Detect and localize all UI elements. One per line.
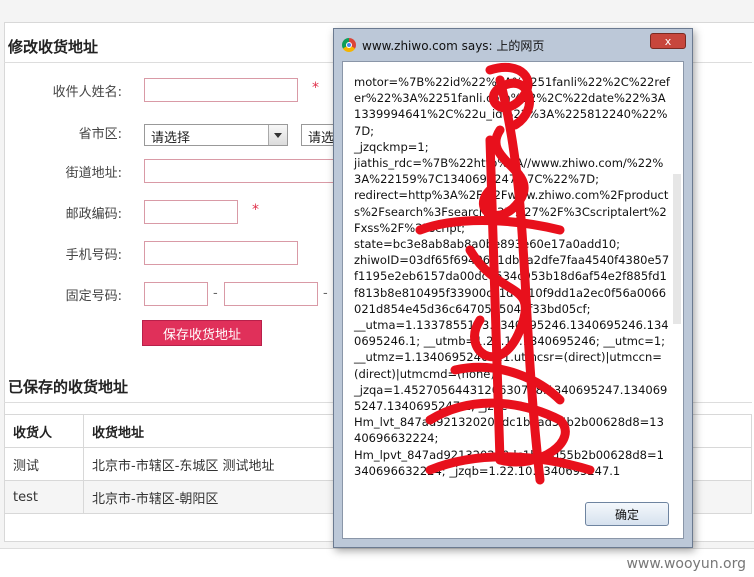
alert-message: motor=%7B%22id%22%3A%2251fanli%22%2C%22r… (354, 75, 670, 478)
region-label: 省市区: (78, 127, 122, 142)
table-cell: 测试 (4, 447, 84, 481)
mobile-input[interactable] (144, 241, 298, 265)
phone-label: 固定号码: (65, 289, 122, 304)
column-header: 收货人 (4, 414, 84, 448)
street-label: 街道地址: (65, 166, 122, 181)
required-mark: * (312, 80, 319, 96)
required-mark: * (252, 202, 259, 218)
province-select[interactable]: 请选择 (144, 124, 288, 146)
dialog-body: motor=%7B%22id%22%3A%2251fanli%22%2C%22r… (342, 61, 684, 539)
table-cell: test (4, 480, 84, 514)
alert-dialog: www.zhiwo.com says: 上的网页 x motor=%7B%22i… (333, 28, 693, 548)
save-address-button[interactable]: 保存收货地址 (142, 320, 262, 346)
phone-dash: - (323, 286, 328, 301)
scrollbar[interactable] (673, 174, 681, 324)
postcode-input[interactable] (144, 200, 238, 224)
watermark: www.wooyun.org (626, 556, 746, 572)
postcode-label: 邮政编码: (65, 207, 122, 222)
chevron-down-icon (268, 125, 287, 145)
phone-dash: - (213, 286, 218, 301)
phone-number-input[interactable] (224, 282, 318, 306)
dialog-title: www.zhiwo.com says: 上的网页 (362, 39, 545, 53)
mobile-label: 手机号码: (65, 248, 122, 263)
ok-button[interactable]: 确定 (585, 502, 669, 526)
city-select[interactable]: 请选 (301, 124, 335, 146)
close-button[interactable]: x (650, 33, 686, 49)
city-select-value: 请选 (308, 131, 335, 146)
edit-address-title: 修改收货地址 (8, 38, 99, 56)
street-input[interactable] (144, 159, 334, 183)
province-select-value: 请选择 (151, 131, 191, 146)
phone-area-input[interactable] (144, 282, 208, 306)
recipient-input[interactable] (144, 78, 298, 102)
chrome-icon (342, 38, 356, 52)
saved-address-title: 已保存的收货地址 (8, 378, 129, 396)
recipient-label: 收件人姓名: (52, 85, 122, 100)
dialog-titlebar: www.zhiwo.com says: 上的网页 x (334, 29, 692, 59)
